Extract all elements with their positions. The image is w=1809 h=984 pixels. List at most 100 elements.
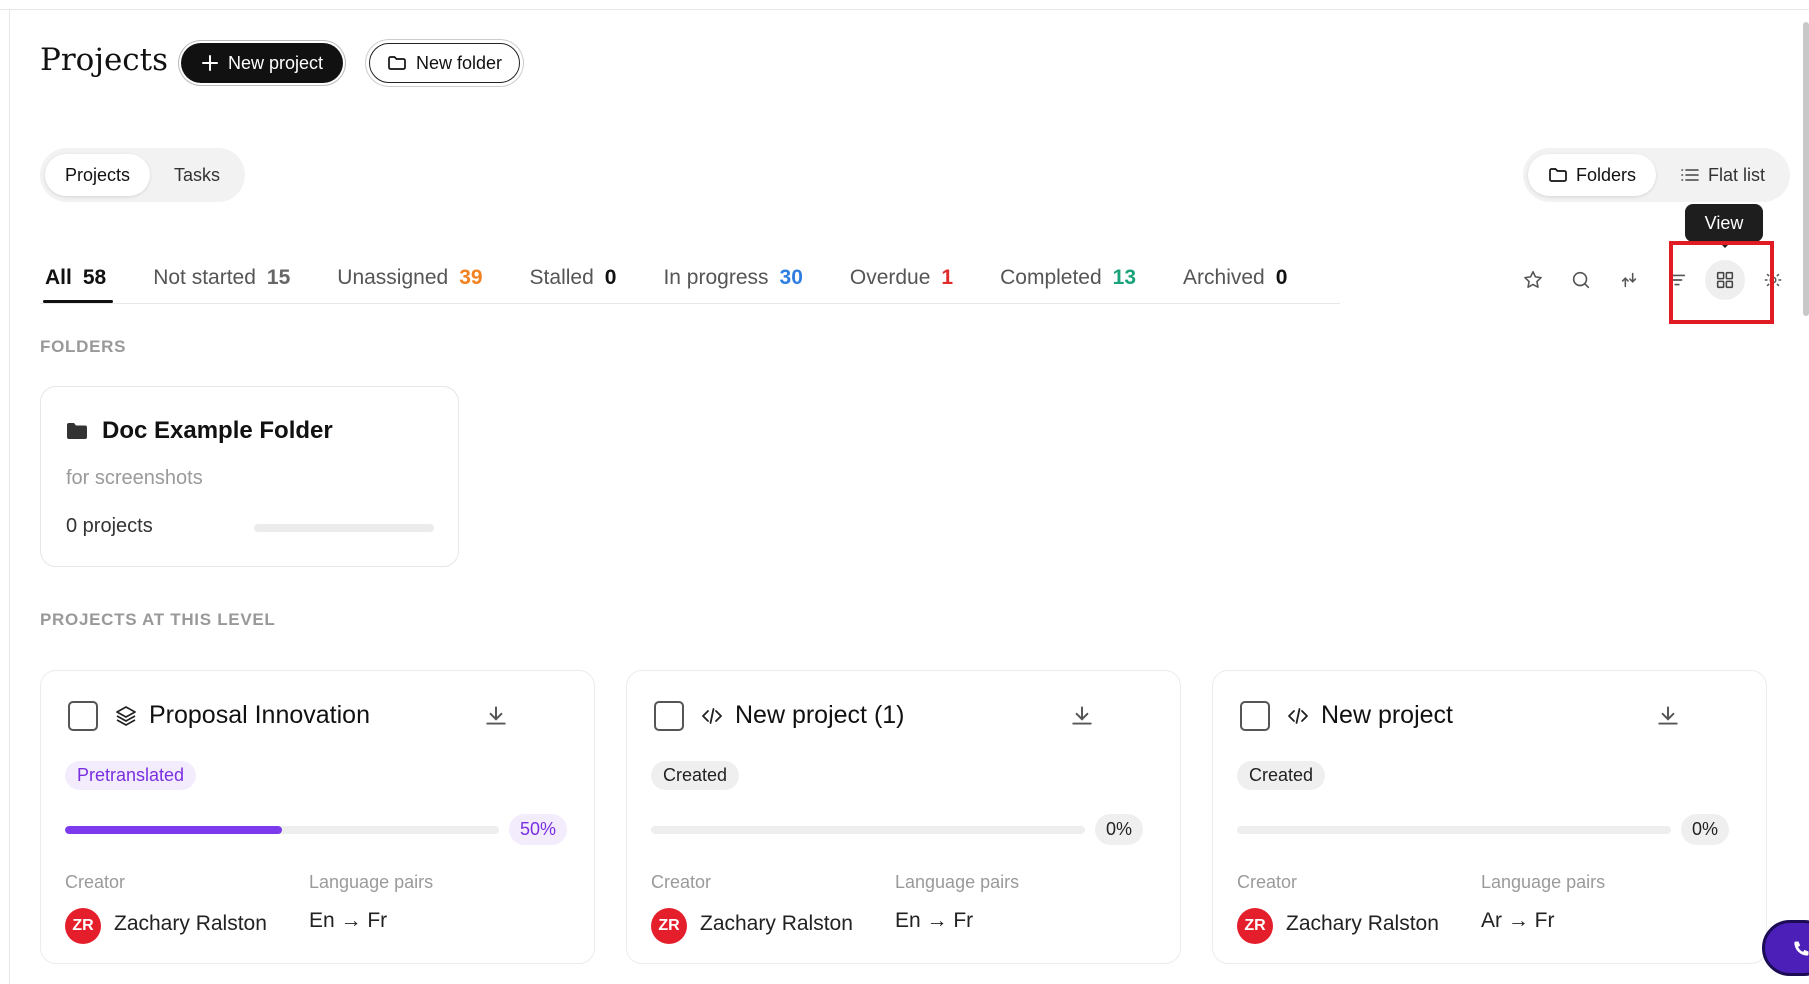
project-card[interactable]: Proposal Innovation Pretranslated 50% Cr… <box>40 670 595 964</box>
tab-flat-list[interactable]: Flat list <box>1660 154 1785 196</box>
creator-name: Zachary Ralston <box>1286 912 1439 935</box>
filter-label: In progress <box>663 266 769 289</box>
creator-name: Zachary Ralston <box>700 912 853 935</box>
new-project-button[interactable]: New project <box>181 43 343 83</box>
filter-in-progress[interactable]: In progress 30 <box>658 262 807 294</box>
folder-name: Doc Example Folder <box>102 417 333 444</box>
plus-icon <box>201 55 218 71</box>
download-icon[interactable] <box>483 703 509 729</box>
search-button[interactable] <box>1561 260 1601 300</box>
tab-flat-list-label: Flat list <box>1708 164 1766 185</box>
tab-folders-label: Folders <box>1576 164 1637 185</box>
folder-progress-bar <box>254 524 434 532</box>
creator-label: Creator <box>651 872 712 892</box>
filter-not-started[interactable]: Not started 15 <box>148 262 295 294</box>
project-name[interactable]: New project <box>1321 701 1453 730</box>
phone-icon <box>1794 941 1809 956</box>
folders-flatlist-toggle: Folders Flat list <box>1523 148 1791 202</box>
project-card[interactable]: New project Created 0% Creator Language … <box>1212 670 1767 964</box>
new-project-label: New project <box>227 52 324 73</box>
search-icon <box>1572 271 1590 289</box>
app-frame: Projects New project New folder Projects… <box>0 0 1809 984</box>
status-badge: Created <box>651 761 740 790</box>
projects-tasks-toggle: Projects Tasks <box>40 148 246 202</box>
filter-count: 13 <box>1112 266 1137 289</box>
projects-section-label: PROJECTS AT THIS LEVEL <box>40 610 276 629</box>
avatar: ZR <box>651 908 687 944</box>
project-progress-bar <box>1237 826 1671 834</box>
tab-tasks[interactable]: Tasks <box>154 154 240 196</box>
folder-project-count: 0 projects <box>66 515 153 537</box>
language-pairs: Ar → Fr <box>1481 909 1555 932</box>
top-border <box>0 9 1809 10</box>
project-checkbox[interactable] <box>654 701 684 731</box>
filter-count: 1 <box>941 266 954 289</box>
tab-tasks-label: Tasks <box>174 164 221 185</box>
project-name[interactable]: New project (1) <box>735 701 905 730</box>
chat-support-button[interactable] <box>1762 920 1809 976</box>
project-checkbox[interactable] <box>68 701 98 731</box>
filter-count: 0 <box>604 266 617 289</box>
layers-icon <box>116 706 136 726</box>
filter-unassigned[interactable]: Unassigned 39 <box>332 262 487 294</box>
status-filter-bar: All 58 Not started 15 Unassigned 39 Stalled… <box>40 262 1329 304</box>
scrollbar[interactable] <box>1803 22 1809 316</box>
view-tooltip: View <box>1685 204 1763 248</box>
page-title: Projects <box>40 42 169 78</box>
list-icon <box>1681 169 1699 181</box>
project-checkbox[interactable] <box>1240 701 1270 731</box>
active-filter-underline <box>43 300 113 303</box>
filter-stalled[interactable]: Stalled 0 <box>525 262 622 294</box>
filter-label: Not started <box>153 266 256 289</box>
filter-all[interactable]: All 58 <box>40 262 111 294</box>
new-folder-label: New folder <box>415 52 503 73</box>
filter-label: Unassigned <box>337 266 449 289</box>
status-badge: Pretranslated <box>65 761 197 790</box>
download-icon[interactable] <box>1655 703 1681 729</box>
creator-label: Creator <box>1237 872 1298 892</box>
tab-projects-label: Projects <box>65 164 131 185</box>
sort-button[interactable] <box>1609 260 1649 300</box>
sort-icon <box>1621 272 1637 288</box>
progress-percent: 0% <box>1681 814 1730 845</box>
new-folder-button[interactable]: New folder <box>369 43 520 83</box>
favorite-button[interactable] <box>1513 260 1553 300</box>
tab-folders[interactable]: Folders <box>1528 154 1657 196</box>
highlight-box <box>1669 241 1774 324</box>
folder-card[interactable]: Doc Example Folder for screenshots 0 pro… <box>40 386 459 567</box>
filter-label: Stalled <box>529 266 594 289</box>
creator-name: Zachary Ralston <box>114 912 267 935</box>
filter-divider <box>40 303 1340 304</box>
filter-archived[interactable]: Archived 0 <box>1178 262 1292 294</box>
download-icon[interactable] <box>1069 703 1095 729</box>
creator-label: Creator <box>65 872 126 892</box>
left-border <box>9 9 10 984</box>
language-pairs: En → Fr <box>309 909 388 932</box>
filter-overdue[interactable]: Overdue 1 <box>845 262 958 294</box>
project-progress-bar <box>651 826 1085 834</box>
filter-label: Archived <box>1183 266 1265 289</box>
project-progress-fill <box>65 826 282 834</box>
language-pairs-label: Language pairs <box>309 872 434 892</box>
filter-count: 0 <box>1275 266 1288 289</box>
language-pairs-label: Language pairs <box>1481 872 1606 892</box>
folder-title: Doc Example Folder <box>66 417 333 445</box>
filter-count: 15 <box>266 266 291 289</box>
project-progress-bar <box>65 826 499 834</box>
tab-projects[interactable]: Projects <box>45 154 151 196</box>
filter-count: 30 <box>779 266 803 289</box>
folder-description: for screenshots <box>66 467 203 489</box>
progress-percent: 50% <box>509 814 568 845</box>
avatar: ZR <box>1237 908 1273 944</box>
project-card[interactable]: New project (1) Created 0% Creator Langu… <box>626 670 1181 964</box>
project-name[interactable]: Proposal Innovation <box>149 701 370 730</box>
language-pairs-label: Language pairs <box>895 872 1020 892</box>
folder-outline-icon <box>388 56 406 70</box>
folders-section-label: FOLDERS <box>40 337 127 356</box>
avatar: ZR <box>65 908 101 944</box>
language-pairs: En → Fr <box>895 909 974 932</box>
folder-icon <box>67 423 87 439</box>
star-icon <box>1524 270 1542 288</box>
filter-completed[interactable]: Completed 13 <box>995 262 1141 294</box>
status-badge: Created <box>1237 761 1326 790</box>
